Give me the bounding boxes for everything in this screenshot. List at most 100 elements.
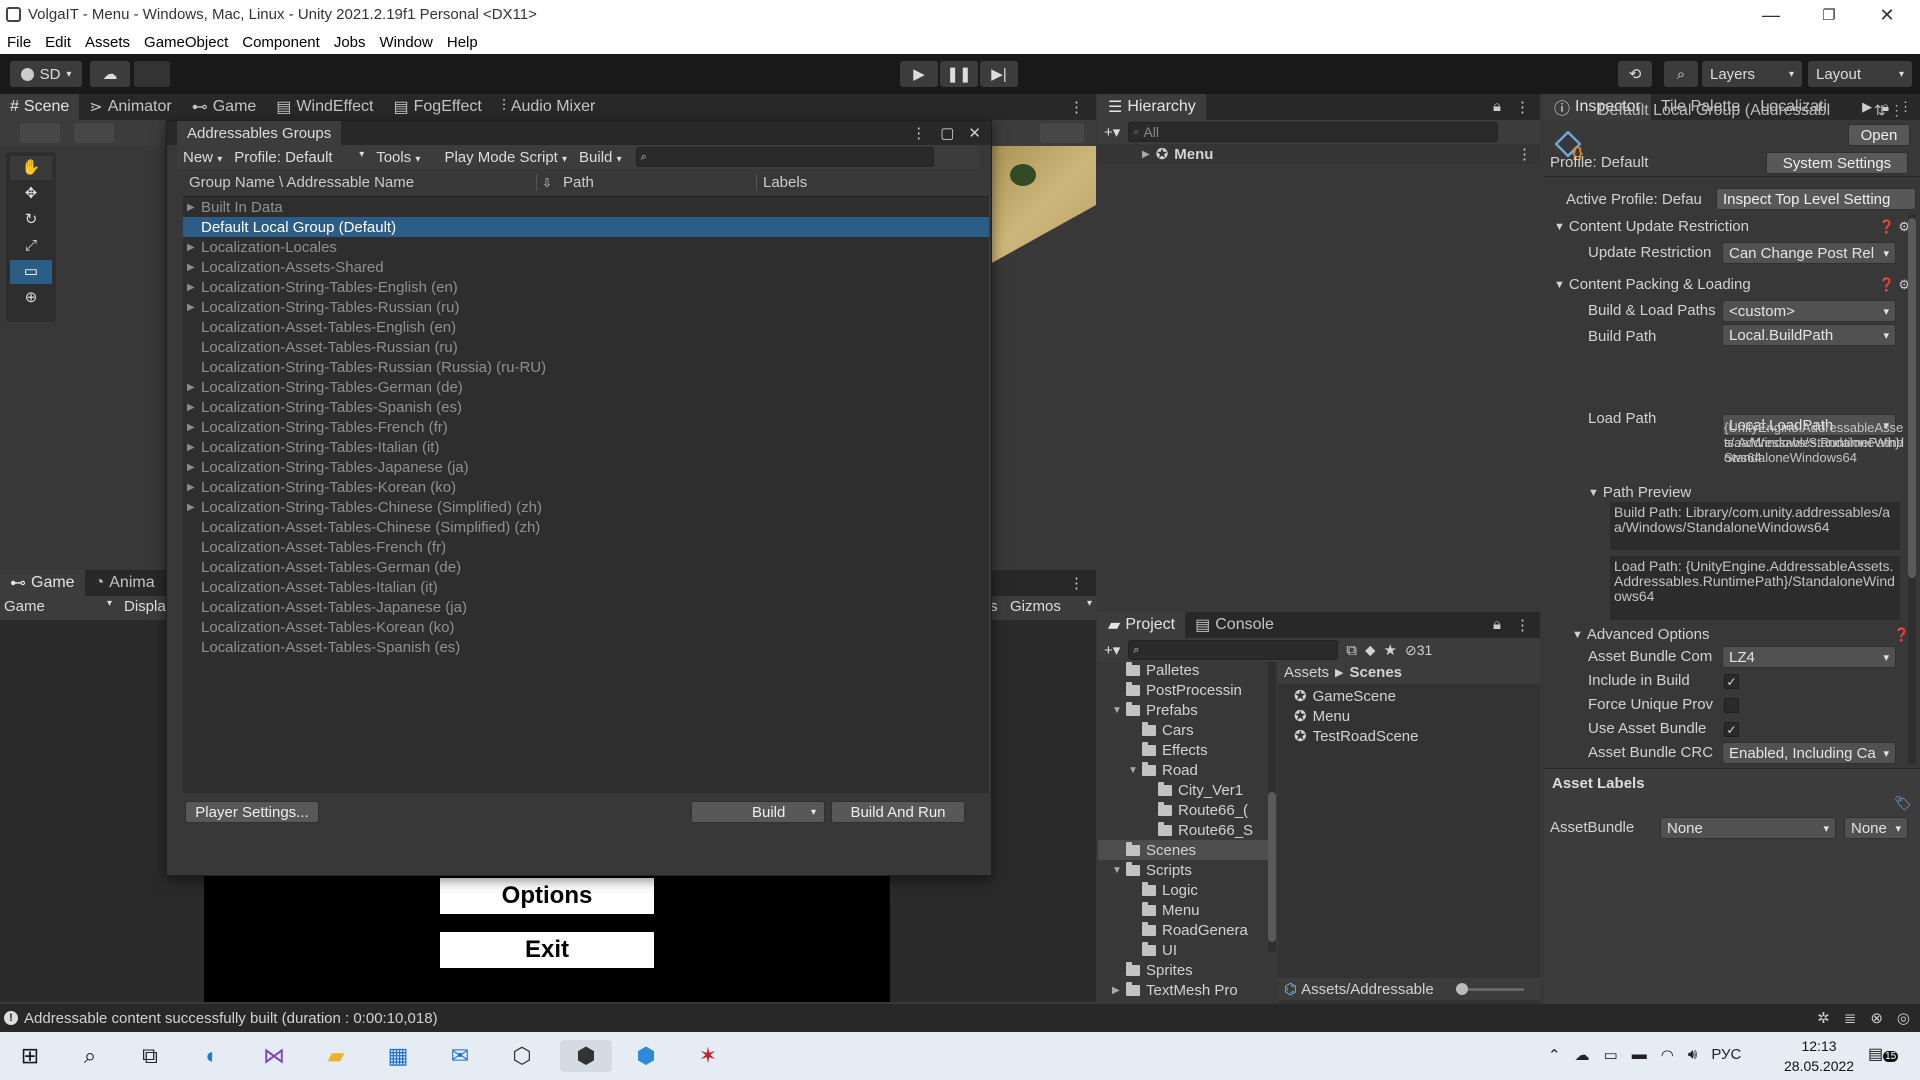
- expand-arrow-icon[interactable]: ▶: [187, 202, 201, 213]
- expand-arrow-icon[interactable]: ▶: [187, 462, 201, 473]
- expand-arrow-icon[interactable]: ▶: [187, 442, 201, 453]
- tab-animation[interactable]: ◔ Anima: [85, 570, 165, 596]
- profile-dropdown[interactable]: Profile: Default ▾: [228, 149, 370, 166]
- group-row[interactable]: ▶ Localization-String-Tables-Chinese (Sim…: [183, 497, 989, 517]
- expand-arrow-icon[interactable]: ▶: [187, 502, 201, 513]
- edge-browser-icon[interactable]: ◐: [196, 1040, 228, 1072]
- project-folder[interactable]: Effects: [1098, 740, 1276, 760]
- tools-dropdown[interactable]: Tools ▾: [370, 149, 426, 166]
- column-labels[interactable]: Labels: [757, 174, 807, 191]
- close-window-button[interactable]: ✕: [1858, 0, 1916, 30]
- group-row[interactable]: ▶ Localization-String-Tables-Japanese (ja…: [183, 457, 989, 477]
- expand-arrow-icon[interactable]: ▶: [187, 262, 201, 273]
- account-dropdown[interactable]: SD ▾: [10, 61, 82, 87]
- history-button[interactable]: ⟲: [1618, 61, 1652, 87]
- hierarchy-search-input[interactable]: ⌕ All: [1128, 122, 1499, 142]
- assetbundle-variant-dropdown[interactable]: None: [1844, 817, 1908, 839]
- project-folder[interactable]: ▼ Scripts: [1098, 860, 1276, 880]
- project-folder[interactable]: Route66_(: [1098, 800, 1276, 820]
- battery-icon[interactable]: ▬: [1632, 1046, 1647, 1064]
- visual-studio-icon[interactable]: ⋈: [258, 1040, 290, 1072]
- maximize-button[interactable]: ❐: [1800, 0, 1858, 30]
- unity-hub-icon[interactable]: ⬡: [506, 1040, 538, 1072]
- menu-jobs[interactable]: Jobs: [334, 34, 366, 51]
- footer-build-button[interactable]: Build ▾: [691, 801, 825, 823]
- group-row[interactable]: ▶ Localization-String-Tables-German (de): [183, 377, 989, 397]
- group-row[interactable]: ▶ Localization-Assets-Shared: [183, 257, 989, 277]
- menu-help[interactable]: Help: [447, 34, 478, 51]
- play-mode-dropdown[interactable]: Play Mode Script ▾: [438, 149, 573, 166]
- tab-fogeffect[interactable]: ▤ FogEffect: [384, 94, 492, 120]
- view-options-dropdown[interactable]: [74, 123, 114, 143]
- project-folder[interactable]: UI: [1098, 940, 1276, 960]
- tab-game[interactable]: ⊷ Game: [182, 94, 267, 120]
- crc-dropdown[interactable]: Enabled, Including Ca: [1722, 742, 1896, 764]
- expand-arrow-icon[interactable]: ▶: [187, 282, 201, 293]
- layers-stack-icon[interactable]: ≣: [1844, 1009, 1857, 1027]
- move-tool-icon[interactable]: ✥: [10, 182, 52, 206]
- update-restriction-dropdown[interactable]: Can Change Post Rel: [1722, 242, 1896, 264]
- hand-tool-icon[interactable]: ✋: [10, 156, 52, 180]
- transform-tool-icon[interactable]: ⊕: [10, 286, 52, 310]
- project-folder[interactable]: Sprites: [1098, 960, 1276, 980]
- expand-arrow-icon[interactable]: ▶: [187, 242, 201, 253]
- language-indicator[interactable]: РУС: [1711, 1046, 1741, 1064]
- close-panel-icon[interactable]: ✕: [968, 124, 981, 142]
- project-folder[interactable]: Route66_S: [1098, 820, 1276, 840]
- project-folder[interactable]: Logic: [1098, 880, 1276, 900]
- new-dropdown[interactable]: New ▾: [177, 149, 228, 166]
- exit-button[interactable]: Exit: [440, 932, 654, 968]
- open-button[interactable]: Open: [1848, 124, 1910, 146]
- group-row[interactable]: ▶ Localization-String-Tables-English (en): [183, 277, 989, 297]
- menu-component[interactable]: Component: [242, 34, 320, 51]
- build-dropdown[interactable]: Build ▾: [573, 149, 628, 166]
- gizmos-dropdown[interactable]: Gizmos ▾: [1010, 598, 1092, 615]
- icon-size-slider[interactable]: [1456, 982, 1524, 995]
- group-row[interactable]: Localization-String-Tables-Russian (Russ…: [183, 357, 989, 377]
- tree-scrollbar[interactable]: [1268, 662, 1276, 952]
- build-path-dropdown[interactable]: Local.BuildPath: [1722, 324, 1896, 346]
- addressables-title[interactable]: Addressables Groups: [177, 121, 342, 145]
- group-row[interactable]: ▶ Localization-String-Tables-Korean (ko): [183, 477, 989, 497]
- menu-file[interactable]: File: [7, 34, 31, 51]
- gizmo-toggle[interactable]: [1040, 123, 1084, 143]
- group-row[interactable]: Default Local Group (Default): [183, 217, 989, 237]
- play-button[interactable]: ▶: [900, 61, 938, 87]
- section-packing[interactable]: ▼ Content Packing & Loading ❓ ⚙: [1554, 276, 1910, 293]
- display-label[interactable]: Displa: [124, 598, 166, 615]
- expand-arrow-icon[interactable]: ▶: [187, 422, 201, 433]
- mail-icon[interactable]: ✉: [444, 1040, 476, 1072]
- group-row[interactable]: Localization-Asset-Tables-German (de): [183, 557, 989, 577]
- group-row[interactable]: Localization-Asset-Tables-English (en): [183, 317, 989, 337]
- column-name[interactable]: Group Name \ Addressable Name: [183, 174, 537, 191]
- clock[interactable]: 12:13 28.05.2022: [1784, 1036, 1854, 1076]
- player-settings-button[interactable]: Player Settings...: [185, 801, 319, 823]
- layout-dropdown[interactable]: Layout ▾: [1808, 61, 1912, 87]
- notifications-icon[interactable]: ▤ 15: [1868, 1044, 1899, 1064]
- column-path[interactable]: Path: [557, 174, 757, 191]
- assetbundle-dropdown[interactable]: None: [1660, 817, 1836, 839]
- group-row[interactable]: ▶ Localization-Locales: [183, 237, 989, 257]
- use-asset-bundle-checkbox[interactable]: ✓: [1724, 722, 1739, 737]
- hidden-eye-icon[interactable]: ⊘31: [1405, 642, 1432, 659]
- more-icon[interactable]: ⋮: [1069, 98, 1096, 116]
- group-row[interactable]: Localization-Asset-Tables-French (fr): [183, 537, 989, 557]
- label-tag-icon[interactable]: 🏷︎: [1894, 795, 1912, 812]
- build-and-run-button[interactable]: Build And Run: [831, 801, 965, 823]
- search-icon[interactable]: ⌕: [74, 1040, 106, 1072]
- scene-file[interactable]: ✪ Menu: [1294, 706, 1540, 726]
- scene-file[interactable]: ✪ GameScene: [1294, 686, 1540, 706]
- project-folder[interactable]: Cars: [1098, 720, 1276, 740]
- build-load-paths-dropdown[interactable]: <custom>: [1722, 300, 1896, 322]
- more-icon[interactable]: ⋮: [1515, 616, 1530, 634]
- sort-icon[interactable]: ⇩: [537, 176, 557, 190]
- system-settings-button[interactable]: System Settings: [1766, 152, 1908, 174]
- project-folder[interactable]: Scenes: [1098, 840, 1276, 860]
- app-icon[interactable]: ⬢: [630, 1040, 662, 1072]
- layers-dropdown[interactable]: Layers ▾: [1702, 61, 1802, 87]
- menu-window[interactable]: Window: [380, 34, 433, 51]
- expand-arrow-icon[interactable]: ▶: [187, 402, 201, 413]
- breadcrumb-scenes[interactable]: Scenes: [1349, 664, 1402, 681]
- hierarchy-item-menu[interactable]: ▶ ✪ Menu ⋮: [1098, 144, 1540, 164]
- object-options[interactable]: ⇅ ⋮: [1874, 102, 1904, 119]
